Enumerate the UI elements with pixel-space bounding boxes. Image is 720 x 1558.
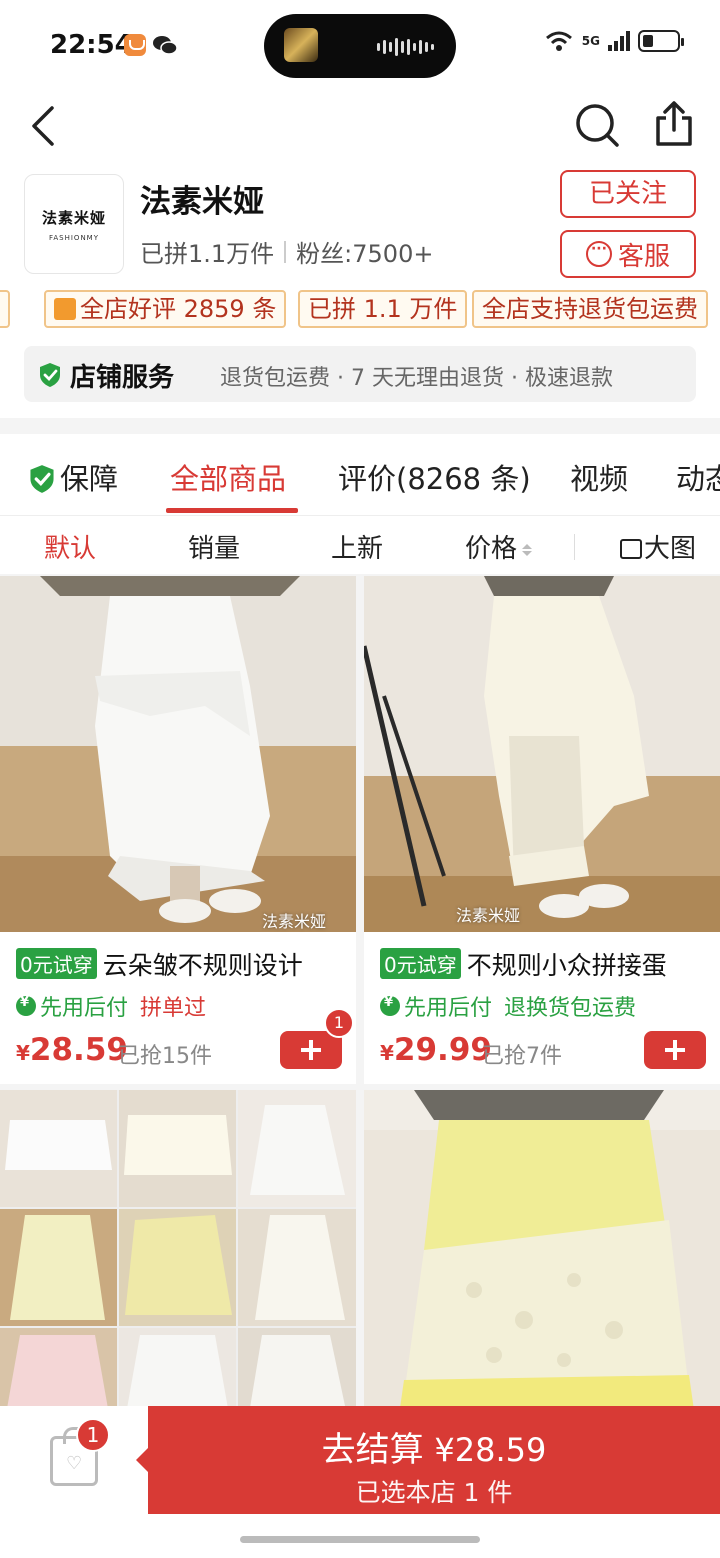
network-type: 5G [581, 34, 600, 48]
product-watermark: 法素米娅 [262, 912, 327, 931]
shop-logo[interactable]: 法素米娅 FASHIONMY [24, 174, 124, 274]
fans-count: 粉丝:7500+ [296, 240, 434, 268]
checkout-selected-count: 已选本店 1 件 [355, 1478, 513, 1507]
tab-videos[interactable]: 视频 [570, 456, 628, 498]
product-card[interactable] [364, 1090, 720, 1420]
sort-sales[interactable]: 销量 [188, 528, 240, 565]
shield-check-icon [40, 363, 60, 387]
trial-badge: 0元试穿 [380, 948, 461, 979]
product-watermark: 法素米娅 [456, 906, 521, 925]
shop-stats: 已拼1.1万件 粉丝:7500+ [140, 234, 433, 269]
shop-tag-reviews[interactable]: 全店好评 2859 条 [44, 290, 287, 328]
pay-later-icon [16, 995, 36, 1016]
shop-logo-subtext: FASHIONMY [48, 234, 99, 242]
shop-name: 法素米娅 [140, 184, 264, 220]
sort-divider [574, 534, 575, 560]
sort-price[interactable]: 价格 [465, 528, 533, 565]
wechat-icon [153, 36, 178, 55]
cart-count-badge: 1 [324, 1008, 354, 1038]
shop-service-bar[interactable]: 店铺服务 退货包运费 · 7 天无理由退货 · 极速退款 [24, 346, 696, 402]
checkout-label: 去结算 [321, 1430, 424, 1470]
shop-service-desc: 退货包运费 · 7 天无理由退货 · 极速退款 [220, 366, 613, 391]
tab-feed[interactable]: 动态 [676, 456, 720, 498]
sort-new[interactable]: 上新 [331, 528, 383, 565]
sort-arrows-icon [521, 537, 533, 559]
wifi-icon [545, 31, 572, 51]
checkout-price: ¥28.59 [434, 1431, 547, 1469]
stats-divider [284, 240, 287, 263]
back-icon[interactable] [24, 104, 68, 148]
image-icon [620, 539, 642, 559]
product-image[interactable]: 法素米娅 [0, 576, 356, 932]
pay-later-tag: 先用后付 [16, 990, 128, 1022]
product-image[interactable]: 法素米娅 [364, 576, 720, 932]
home-indicator[interactable] [240, 1536, 480, 1543]
product-image[interactable] [364, 1090, 720, 1420]
heart-icon: ♡ [66, 1453, 83, 1474]
product-tags: 先用后付 拼单过 [16, 990, 206, 1022]
notification-app-icon [124, 34, 146, 56]
shield-check-icon [30, 465, 54, 493]
thumbs-up-icon [54, 298, 76, 320]
customer-service-button[interactable]: 客服 [560, 230, 696, 278]
album-art-icon [284, 28, 318, 62]
shop-tag-sold[interactable]: 已拼 1.1 万件 [298, 290, 468, 328]
pay-later-tag: 先用后付 [380, 990, 492, 1022]
free-return-tag: 退换货包运费 [504, 996, 637, 1021]
share-icon[interactable] [652, 100, 696, 148]
trial-badge: 0元试穿 [16, 948, 97, 979]
sort-default[interactable]: 默认 [44, 528, 96, 565]
audio-wave-icon [377, 38, 434, 56]
sold-count: 已拼1.1万件 [140, 240, 275, 268]
product-image[interactable] [0, 1090, 356, 1420]
group-buy-tag: 拼单过 [140, 996, 207, 1021]
shop-header: 法素米娅 FASHIONMY 法素米娅 已拼1.1万件 粉丝:7500+ 已关注… [0, 92, 720, 418]
shop-tag-clipped [0, 290, 10, 328]
active-tab-indicator [166, 508, 298, 513]
shop-service-title: 店铺服务 [70, 363, 175, 393]
battery-icon [638, 30, 684, 52]
checkout-label-row: 去结算 ¥28.59 [148, 1422, 720, 1471]
product-title: 0元试穿 不规则小众拼接蛋 [380, 946, 710, 982]
product-price: ¥29.99 [380, 1032, 492, 1068]
status-icons: 5G [544, 30, 684, 52]
pay-later-icon [380, 995, 400, 1016]
shop-tags: 全店好评 2859 条 已拼 1.1 万件 全店支持退货包运费 [0, 290, 720, 330]
status-time: 22:54 [50, 30, 133, 60]
dynamic-island[interactable] [264, 14, 456, 78]
signal-icon [608, 31, 630, 51]
shop-tabs: 保障 全部商品 评价(8268 条) 视频 动态 [0, 434, 720, 516]
big-image-toggle[interactable]: 大图 [620, 528, 696, 565]
checkout-button[interactable]: 去结算 ¥28.59 已选本店 1 件 [136, 1406, 720, 1514]
follow-button[interactable]: 已关注 [560, 170, 696, 218]
shop-tag-return[interactable]: 全店支持退货包运费 [472, 290, 708, 328]
product-price: ¥28.59 [16, 1032, 128, 1068]
search-icon[interactable] [574, 102, 620, 148]
product-tags: 先用后付 退换货包运费 [380, 990, 636, 1022]
tab-all-products[interactable]: 全部商品 [170, 456, 286, 498]
tab-reviews[interactable]: 评价(8268 条) [338, 456, 531, 498]
add-to-cart-button[interactable] [644, 1031, 706, 1069]
product-card[interactable]: 法素米娅 0元试穿不规则小众拼接蛋 先用后付 退换货包运费 ¥29.99 已抢7… [364, 576, 720, 1084]
bottom-bar: ♡ 1 去结算 ¥28.59 已选本店 1 件 [0, 1406, 720, 1558]
product-sold-count: 已抢15件 [118, 1044, 212, 1069]
cart-badge: 1 [76, 1418, 110, 1452]
sort-bar: 默认 销量 上新 价格 大图 [0, 516, 720, 574]
tab-guarantee[interactable]: 保障 [28, 456, 118, 498]
product-card[interactable] [0, 1090, 356, 1420]
shop-logo-text: 法素米娅 [41, 209, 106, 227]
chat-icon [585, 241, 612, 267]
customer-service-label: 客服 [617, 241, 670, 272]
status-bar: 22:54 5G [0, 0, 720, 92]
product-card[interactable]: 法素米娅 0元试穿云朵皱不规则设计 先用后付 拼单过 ¥28.59 已抢15件 … [0, 576, 356, 1084]
product-title: 0元试穿 云朵皱不规则设计 [16, 946, 346, 982]
product-sold-count: 已抢7件 [482, 1044, 562, 1069]
